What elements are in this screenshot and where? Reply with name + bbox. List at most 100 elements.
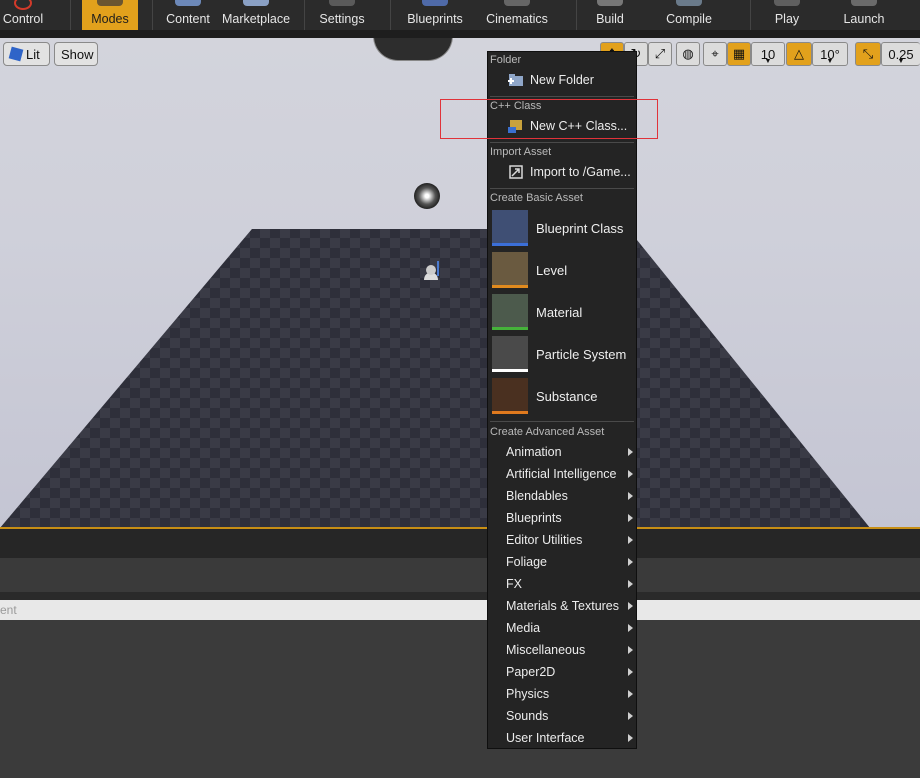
- launch-button[interactable]: Launch: [838, 0, 890, 30]
- show-flags-button[interactable]: Show: [54, 42, 98, 66]
- chevron-right-icon: [628, 712, 633, 720]
- content-search-input[interactable]: ent: [0, 600, 920, 620]
- build-button[interactable]: Build: [586, 0, 634, 30]
- chevron-right-icon: [628, 536, 633, 544]
- surface-snap-icon: ⌖: [711, 46, 719, 61]
- content-label: Content: [166, 12, 210, 26]
- particle-system-menu-item[interactable]: Particle System: [488, 333, 636, 375]
- blueprint-class-menu-item[interactable]: Blueprint Class: [488, 207, 636, 249]
- content-browser-asset-area[interactable]: [0, 620, 920, 778]
- modes-icon: [97, 0, 123, 6]
- level-label: Level: [536, 262, 568, 278]
- lit-view-mode-button[interactable]: Lit: [3, 42, 50, 66]
- scale-snap-value-dropdown[interactable]: 0.25 ▼: [881, 42, 920, 66]
- marketplace-button[interactable]: Marketplace: [218, 0, 294, 30]
- globe-icon: ◍: [682, 46, 694, 61]
- import-icon: [509, 165, 523, 179]
- advanced-submenu-item[interactable]: Sounds: [488, 705, 636, 727]
- grid-snap-value-dropdown[interactable]: 10 ▼: [751, 42, 785, 66]
- advanced-submenu-item[interactable]: FX: [488, 573, 636, 595]
- player-start-icon[interactable]: [420, 258, 446, 288]
- submenu-label: Miscellaneous: [506, 643, 586, 657]
- chevron-right-icon: [628, 492, 633, 500]
- submenu-label: Artificial Intelligence: [506, 467, 617, 481]
- rotation-snap-toggle[interactable]: △: [786, 42, 812, 66]
- advanced-submenu-item[interactable]: Materials & Textures: [488, 595, 636, 617]
- content-search-text: ent: [0, 603, 17, 617]
- panel-divider: [0, 592, 920, 600]
- particle-system-label: Particle System: [536, 346, 627, 362]
- advanced-submenu-item[interactable]: User Interface: [488, 727, 636, 749]
- import-to-game-menu-item[interactable]: Import to /Game...: [488, 161, 636, 183]
- rotation-snap-value-dropdown[interactable]: 10° ▼: [812, 42, 848, 66]
- level-icon: [492, 252, 528, 288]
- submenu-label: Blendables: [506, 489, 568, 503]
- surface-snap-button[interactable]: ⌖: [703, 42, 727, 66]
- substance-label: Substance: [536, 388, 598, 404]
- marketplace-label: Marketplace: [221, 12, 291, 26]
- blueprints-button[interactable]: Blueprints: [400, 0, 470, 30]
- toolbar-divider: [390, 0, 391, 30]
- advanced-submenu-item[interactable]: Editor Utilities: [488, 529, 636, 551]
- modes-button[interactable]: Modes: [82, 0, 138, 30]
- no-entry-icon: [14, 0, 32, 10]
- play-button[interactable]: Play: [766, 0, 808, 30]
- level-menu-item[interactable]: Level: [488, 249, 636, 291]
- submenu-label: Blueprints: [506, 511, 562, 525]
- advanced-submenu-item[interactable]: Artificial Intelligence: [488, 463, 636, 485]
- folder-section-heading: Folder: [490, 54, 522, 66]
- lit-label: Lit: [26, 46, 40, 62]
- asset-type-stripe: [492, 243, 528, 246]
- submenu-label: Sounds: [506, 709, 549, 723]
- content-icon: [175, 0, 201, 6]
- cinematics-button[interactable]: Cinematics: [480, 0, 554, 30]
- advanced-submenu-item[interactable]: Miscellaneous: [488, 639, 636, 661]
- new-folder-menu-item[interactable]: New Folder: [488, 69, 636, 91]
- scale-tool-button[interactable]: ⤢: [648, 42, 672, 66]
- build-icon: [597, 0, 623, 6]
- advanced-submenu-item[interactable]: Blendables: [488, 485, 636, 507]
- substance-menu-item[interactable]: Substance: [488, 375, 636, 417]
- toolbar-divider: [70, 0, 71, 30]
- menu-separator: [490, 142, 634, 143]
- control-button[interactable]: Control: [0, 0, 46, 30]
- material-icon: [492, 294, 528, 330]
- advanced-submenu-item[interactable]: Animation: [488, 441, 636, 463]
- cinematics-label: Cinematics: [486, 12, 548, 26]
- content-button[interactable]: Content: [160, 0, 216, 30]
- scale-snap-toggle[interactable]: ⤡: [855, 42, 881, 66]
- toolbar-divider: [304, 0, 305, 30]
- chevron-down-icon: ▼: [897, 58, 905, 65]
- submenu-label: FX: [506, 577, 522, 591]
- play-icon: [774, 0, 800, 6]
- submenu-label: Media: [506, 621, 541, 635]
- highlight-box: [440, 99, 658, 139]
- basic-asset-section-heading: Create Basic Asset: [490, 192, 583, 204]
- marketplace-icon: [243, 0, 269, 6]
- world-local-toggle[interactable]: ◍: [676, 42, 700, 66]
- toolbar-divider: [152, 0, 153, 30]
- player-start-glyph: [424, 261, 439, 280]
- chevron-right-icon: [628, 690, 633, 698]
- new-folder-label: New Folder: [530, 73, 594, 87]
- content-browser-toolbar: [0, 558, 920, 592]
- grid-snap-toggle[interactable]: ▦: [727, 42, 751, 66]
- advanced-submenu-item[interactable]: Media: [488, 617, 636, 639]
- new-folder-icon: [508, 74, 523, 86]
- advanced-submenu-item[interactable]: Blueprints: [488, 507, 636, 529]
- advanced-submenu-item[interactable]: Physics: [488, 683, 636, 705]
- material-menu-item[interactable]: Material: [488, 291, 636, 333]
- toolbar-divider: [750, 0, 751, 30]
- settings-button[interactable]: Settings: [312, 0, 372, 30]
- control-label: Control: [2, 12, 44, 26]
- sky-light-icon[interactable]: [414, 183, 440, 209]
- chevron-down-icon: ▼: [826, 58, 834, 65]
- chevron-right-icon: [628, 514, 633, 522]
- material-label: Material: [536, 304, 583, 320]
- advanced-submenu-item[interactable]: Foliage: [488, 551, 636, 573]
- advanced-submenu-item[interactable]: Paper2D: [488, 661, 636, 683]
- play-label: Play: [774, 12, 800, 26]
- build-label: Build: [596, 12, 624, 26]
- compile-button[interactable]: Compile: [660, 0, 718, 30]
- particle-system-icon: [492, 336, 528, 372]
